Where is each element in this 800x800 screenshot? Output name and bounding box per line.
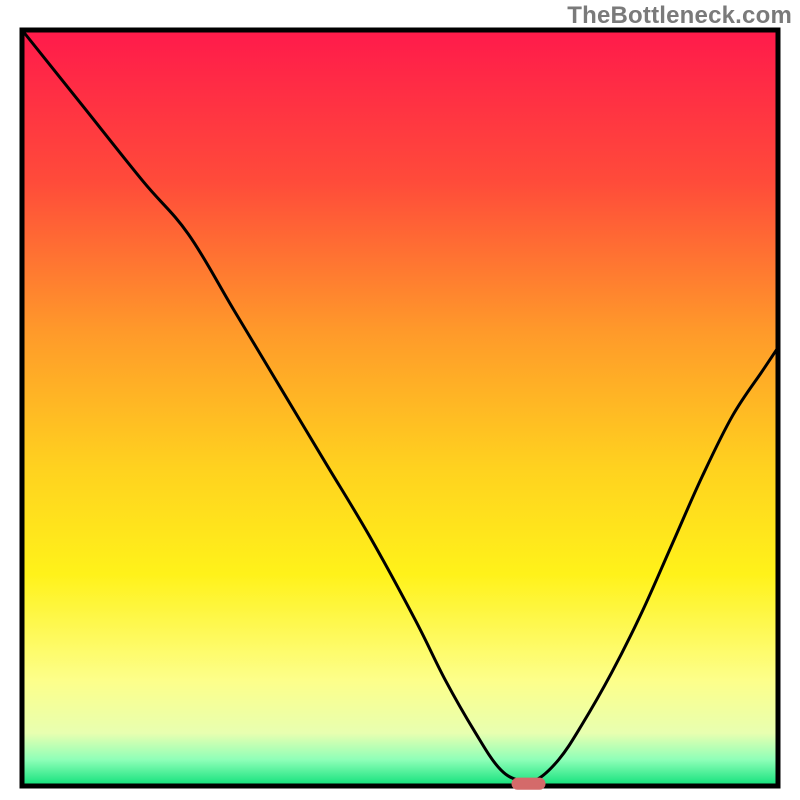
chart-stage: TheBottleneck.com [0,0,800,800]
bottleneck-chart [0,0,800,800]
optimal-point-marker [512,778,546,790]
plot-background [22,30,778,786]
